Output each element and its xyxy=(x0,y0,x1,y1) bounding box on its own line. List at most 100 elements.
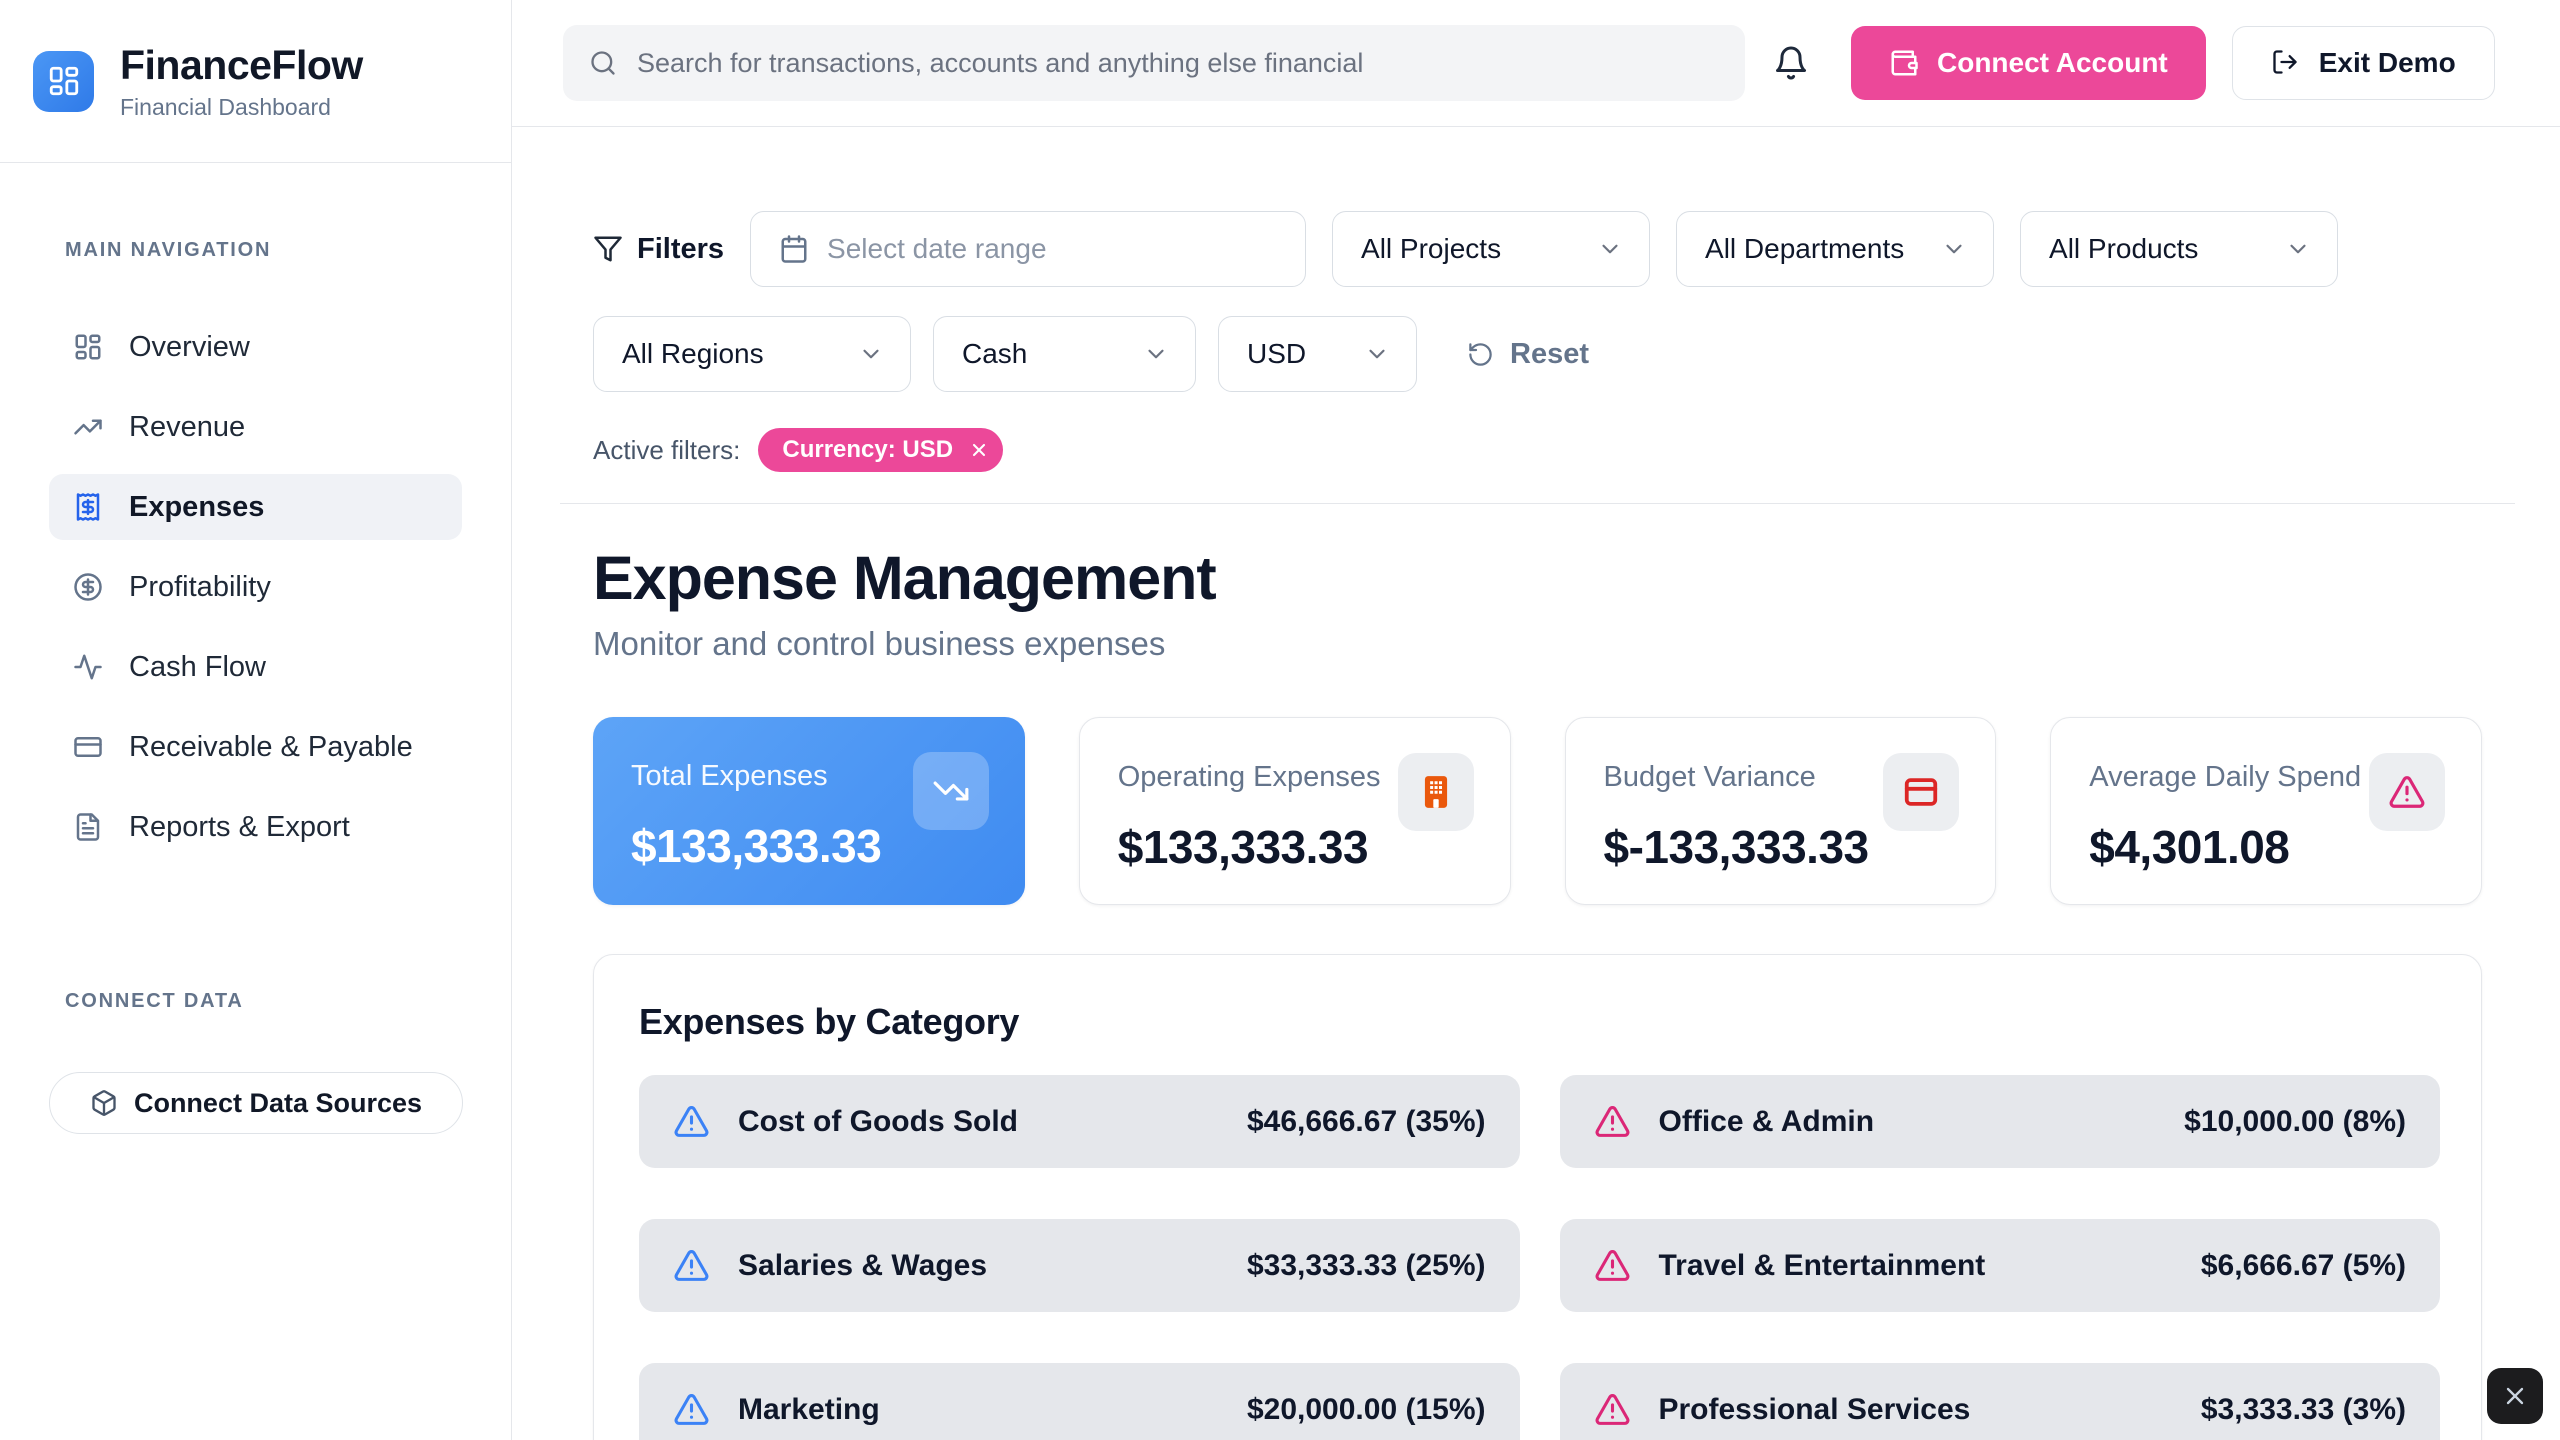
package-icon xyxy=(90,1089,118,1117)
category-row-travel-entertainment[interactable]: Travel & Entertainment $6,666.67 (5%) xyxy=(1560,1219,2441,1312)
connect-section-title: CONNECT DATA xyxy=(65,990,462,1013)
sidebar-item-expenses[interactable]: Expenses xyxy=(49,474,462,540)
chevron-down-icon xyxy=(1364,341,1390,367)
alert-triangle-icon xyxy=(673,1391,710,1428)
trending-down-icon xyxy=(913,752,989,830)
alert-triangle-icon xyxy=(1594,1103,1631,1140)
credit-card-icon xyxy=(73,732,103,762)
close-overlay-button[interactable] xyxy=(2487,1368,2543,1424)
filters-row-1: Filters Select date range All Projects A… xyxy=(593,211,2482,287)
sidebar-item-cash-flow[interactable]: Cash Flow xyxy=(49,634,462,700)
chevron-down-icon xyxy=(1143,341,1169,367)
connect-account-button[interactable]: Connect Account xyxy=(1851,26,2206,100)
calendar-icon xyxy=(779,234,809,264)
nav-section-title: MAIN NAVIGATION xyxy=(65,163,462,262)
sidebar-item-label: Reports & Export xyxy=(129,811,350,844)
wallet-icon xyxy=(1889,48,1919,78)
category-row-professional-services[interactable]: Professional Services $3,333.33 (3%) xyxy=(1560,1363,2441,1440)
main-navigation: Overview Revenue Expenses Profitability … xyxy=(49,314,462,860)
app-subtitle: Financial Dashboard xyxy=(120,94,363,121)
search-input[interactable] xyxy=(637,48,1719,79)
connect-account-label: Connect Account xyxy=(1937,47,2168,79)
receipt-icon xyxy=(73,492,103,522)
bell-icon xyxy=(1773,45,1809,81)
close-icon xyxy=(2501,1382,2529,1410)
stat-card-average-daily-spend[interactable]: Average Daily Spend $4,301.08 xyxy=(2050,717,2482,905)
page-subtitle: Monitor and control business expenses xyxy=(593,625,2482,663)
app-title: FinanceFlow xyxy=(120,42,363,89)
activity-icon xyxy=(73,652,103,682)
app-logo-icon xyxy=(33,51,94,112)
currency-select[interactable]: USD xyxy=(1218,316,1417,392)
alert-triangle-icon xyxy=(673,1103,710,1140)
category-row-marketing[interactable]: Marketing $20,000.00 (15%) xyxy=(639,1363,1520,1440)
sidebar-item-label: Cash Flow xyxy=(129,651,266,684)
chevron-down-icon xyxy=(1941,236,1967,262)
credit-card-icon xyxy=(1883,753,1959,831)
chevron-down-icon xyxy=(2285,236,2311,262)
search-bar[interactable] xyxy=(563,25,1745,101)
date-range-placeholder: Select date range xyxy=(827,233,1047,265)
sidebar-item-receivable-payable[interactable]: Receivable & Payable xyxy=(49,714,462,780)
stat-value: $133,333.33 xyxy=(1118,820,1381,874)
search-icon xyxy=(589,49,617,77)
sidebar-item-label: Revenue xyxy=(129,411,245,444)
connect-data-sources-button[interactable]: Connect Data Sources xyxy=(49,1072,463,1134)
file-text-icon xyxy=(73,812,103,842)
departments-select[interactable]: All Departments xyxy=(1676,211,1994,287)
alert-triangle-icon xyxy=(1594,1391,1631,1428)
reset-filters-button[interactable]: Reset xyxy=(1467,338,1589,371)
sidebar-item-reports-export[interactable]: Reports & Export xyxy=(49,794,462,860)
log-out-icon xyxy=(2271,48,2301,78)
category-row-salaries-wages[interactable]: Salaries & Wages $33,333.33 (25%) xyxy=(639,1219,1520,1312)
section-divider xyxy=(560,503,2515,504)
alert-triangle-icon xyxy=(673,1247,710,1284)
sidebar-item-label: Overview xyxy=(129,331,250,364)
exit-demo-label: Exit Demo xyxy=(2319,47,2456,79)
trending-up-icon xyxy=(73,412,103,442)
category-row-cost-of-goods-sold[interactable]: Cost of Goods Sold $46,666.67 (35%) xyxy=(639,1075,1520,1168)
notifications-button[interactable] xyxy=(1769,41,1813,85)
alert-triangle-icon xyxy=(2369,753,2445,831)
stat-card-operating-expenses[interactable]: Operating Expenses $133,333.33 xyxy=(1079,717,1511,905)
chevron-down-icon xyxy=(858,341,884,367)
payment-method-select[interactable]: Cash xyxy=(933,316,1196,392)
stat-card-total-expenses[interactable]: Total Expenses $133,333.33 xyxy=(593,717,1025,905)
brand-header: FinanceFlow Financial Dashboard xyxy=(0,0,511,163)
chevron-down-icon xyxy=(1597,236,1623,262)
sidebar: FinanceFlow Financial Dashboard MAIN NAV… xyxy=(0,0,512,1440)
remove-filter-icon[interactable] xyxy=(969,440,989,460)
expenses-by-category-card: Expenses by Category Cost of Goods Sold … xyxy=(593,954,2482,1440)
stat-cards-row: Total Expenses $133,333.33 Operating Exp… xyxy=(593,717,2482,905)
category-section-title: Expenses by Category xyxy=(639,1001,2440,1043)
stat-value: $4,301.08 xyxy=(2089,820,2361,874)
active-filters-row: Active filters: Currency: USD xyxy=(593,428,2482,472)
building-icon xyxy=(1398,753,1474,831)
sidebar-item-profitability[interactable]: Profitability xyxy=(49,554,462,620)
active-filter-badge[interactable]: Currency: USD xyxy=(758,428,1003,472)
category-grid: Cost of Goods Sold $46,666.67 (35%) Offi… xyxy=(639,1075,2440,1440)
funnel-icon xyxy=(593,234,623,264)
sidebar-item-label: Profitability xyxy=(129,571,271,604)
sidebar-item-overview[interactable]: Overview xyxy=(49,314,462,380)
category-row-office-admin[interactable]: Office & Admin $10,000.00 (8%) xyxy=(1560,1075,2441,1168)
connect-data-sources-label: Connect Data Sources xyxy=(134,1088,422,1119)
main-content: Filters Select date range All Projects A… xyxy=(512,127,2560,1440)
projects-select[interactable]: All Projects xyxy=(1332,211,1650,287)
alert-triangle-icon xyxy=(1594,1247,1631,1284)
dashboard-grid-icon xyxy=(73,332,103,362)
products-select[interactable]: All Products xyxy=(2020,211,2338,287)
sidebar-item-revenue[interactable]: Revenue xyxy=(49,394,462,460)
sidebar-item-label: Receivable & Payable xyxy=(129,731,413,764)
page-title: Expense Management xyxy=(593,543,2482,613)
date-range-input[interactable]: Select date range xyxy=(750,211,1306,287)
stat-value: $-133,333.33 xyxy=(1604,820,1869,874)
stat-card-budget-variance[interactable]: Budget Variance $-133,333.33 xyxy=(1565,717,1997,905)
regions-select[interactable]: All Regions xyxy=(593,316,911,392)
topbar: Connect Account Exit Demo xyxy=(512,0,2560,127)
active-filters-label: Active filters: xyxy=(593,435,740,466)
exit-demo-button[interactable]: Exit Demo xyxy=(2232,26,2495,100)
stat-value: $133,333.33 xyxy=(631,819,881,873)
sidebar-item-label: Expenses xyxy=(129,491,264,524)
filters-row-2: All Regions Cash USD Reset xyxy=(593,316,2482,392)
